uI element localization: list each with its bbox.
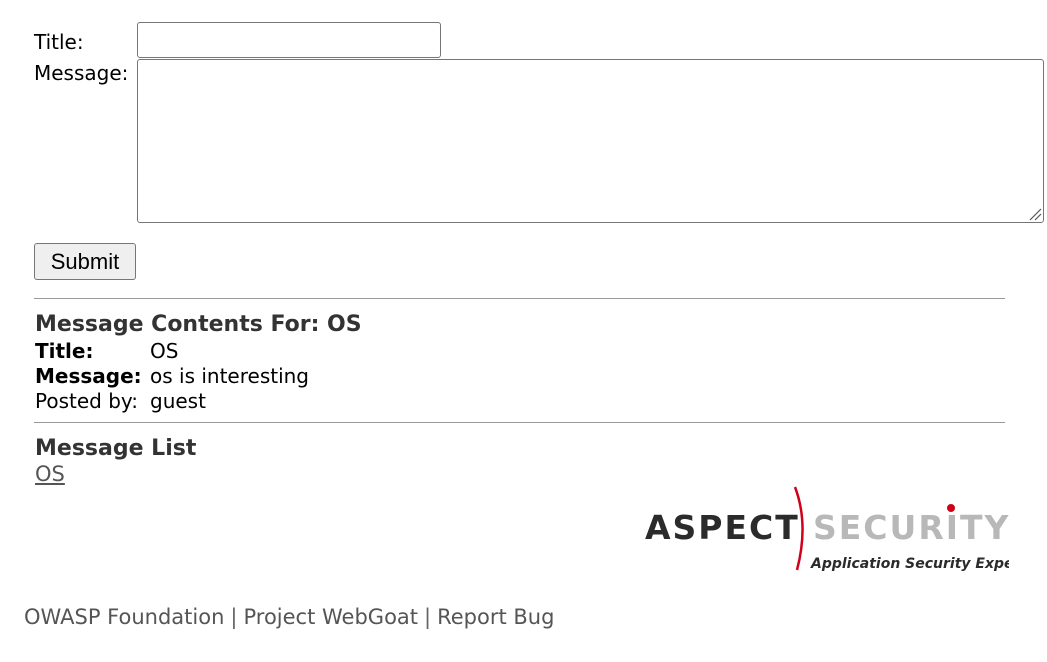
- footer-link-webgoat[interactable]: Project WebGoat: [243, 605, 418, 629]
- title-label: Title:: [34, 30, 84, 54]
- logo-dot: [947, 504, 955, 512]
- message-contents-heading: Message Contents For: OS: [35, 312, 362, 337]
- message-textarea[interactable]: [137, 59, 1044, 223]
- message-list-item[interactable]: OS: [35, 462, 65, 486]
- divider: [34, 422, 1005, 423]
- detail-posted-by-label: Posted by:: [35, 389, 139, 413]
- resize-grip-icon[interactable]: [1026, 205, 1042, 221]
- footer-link-owasp[interactable]: OWASP Foundation: [24, 605, 224, 629]
- detail-title-label: Title:: [35, 339, 94, 363]
- logo-tagline: Application Security Experts: [810, 556, 1009, 572]
- footer: OWASP Foundation | Project WebGoat | Report …: [24, 603, 554, 631]
- message-label: Message:: [34, 61, 129, 85]
- detail-title-value: OS: [150, 339, 179, 363]
- detail-message-value: os is interesting: [150, 364, 310, 388]
- logo-word-security: SECURITY: [813, 508, 1009, 547]
- aspect-security-logo: ASPECT SECURITY Application Security Exp…: [645, 486, 1009, 572]
- footer-link-report-bug[interactable]: Report Bug: [437, 605, 554, 629]
- submit-button[interactable]: Submit: [34, 243, 136, 280]
- footer-separator: |: [230, 605, 238, 629]
- detail-message-label: Message:: [35, 364, 142, 388]
- logo-word-aspect: ASPECT: [645, 508, 800, 547]
- webgoat-message-page: Title: Message: Submit Message Contents …: [0, 0, 1047, 662]
- divider: [34, 298, 1005, 299]
- footer-separator: |: [424, 605, 432, 629]
- message-list-heading: Message List: [35, 436, 197, 461]
- detail-posted-by-value: guest: [150, 389, 206, 413]
- title-input[interactable]: [137, 22, 441, 58]
